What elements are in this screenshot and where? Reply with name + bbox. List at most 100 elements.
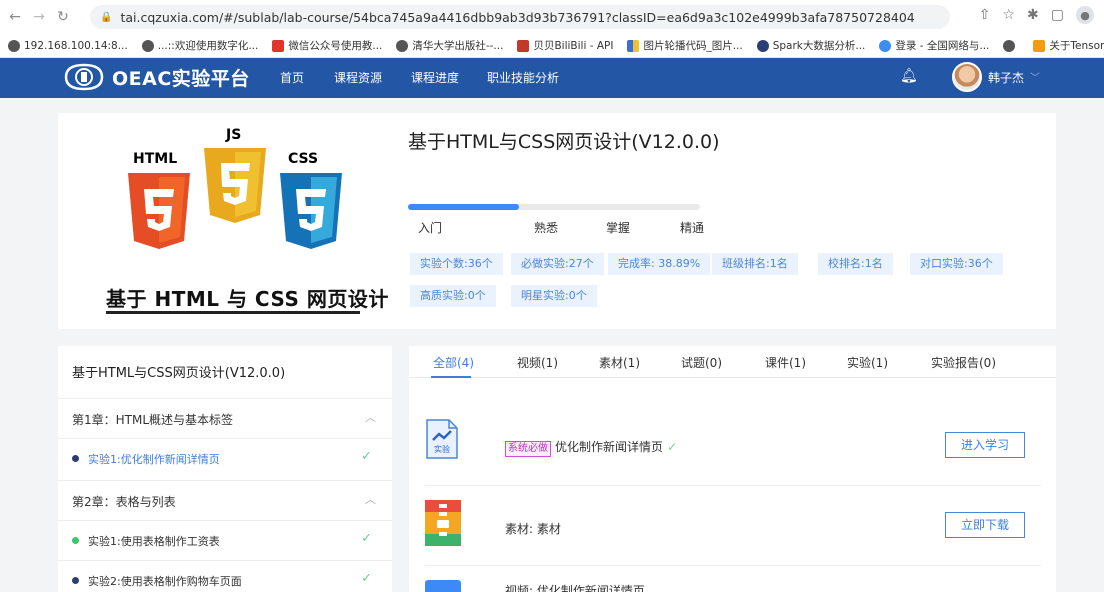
- nav-home[interactable]: 首页: [280, 69, 304, 86]
- chevron-up-icon[interactable]: ︿: [365, 409, 376, 425]
- nav-course-progress[interactable]: 课程进度: [411, 69, 459, 86]
- resource-tabs: 全部(4) 视频(1) 素材(1) 试题(0) 课件(1) 实验(1) 实验报告…: [409, 346, 1056, 378]
- lab-label: 实验2:使用表格制作购物车页面: [88, 575, 242, 588]
- chevron-up-icon[interactable]: ︿: [365, 491, 376, 507]
- bookmark-star-icon[interactable]: ☆: [1002, 7, 1015, 23]
- course-progress-fill: [408, 204, 519, 210]
- chapter-1[interactable]: 第1章：HTML概述与基本标签 ︿: [58, 398, 392, 438]
- nav-course-resources[interactable]: 课程资源: [334, 69, 382, 86]
- url-text: tai.cqzuxia.com/#/sublab/lab-course/54bc…: [120, 9, 915, 25]
- check-icon: ✓: [667, 440, 678, 454]
- address-bar[interactable]: 🔒 tai.cqzuxia.com/#/sublab/lab-course/54…: [90, 5, 950, 29]
- bookmark-favicon-icon: [756, 39, 769, 52]
- resource-item: 素材: 素材 立即下载: [425, 486, 1041, 566]
- bookmark-item[interactable]: 微信公众号使用教...: [272, 38, 382, 53]
- stat-tag-star: 明星实验:0个: [511, 285, 597, 307]
- bookmark-item[interactable]: 192.168.100.14:8...: [8, 39, 128, 52]
- stat-tag-matched: 对口实验:36个: [910, 253, 1003, 275]
- resource-title: 视频: 优化制作新闻详情页: [505, 584, 645, 592]
- js-label: JS: [225, 127, 241, 143]
- globe-icon: [8, 39, 20, 52]
- chevron-down-icon[interactable]: ﹀: [1030, 69, 1040, 84]
- resource-label: 系统必做 优化制作新闻详情页 ✓: [505, 438, 677, 457]
- bookmark-favicon-icon: [517, 39, 530, 52]
- bookmark-item[interactable]: [1003, 39, 1019, 52]
- back-arrow-icon[interactable]: ←: [6, 8, 24, 26]
- stat-tag-quality: 高质实验:0个: [410, 285, 496, 307]
- course-cover: HTML JS CSS 基于 HTML 与 CSS 网页设计: [58, 113, 394, 329]
- lab-document-icon: 实验: [426, 419, 458, 459]
- lab-item[interactable]: 实验1:优化制作新闻详情页 ✓: [58, 438, 392, 480]
- check-icon: ✓: [361, 531, 372, 546]
- required-badge: 系统必做: [505, 441, 551, 457]
- video-icon: [425, 580, 461, 592]
- oeac-logo-icon: [64, 63, 104, 91]
- bookmark-item[interactable]: 清华大学出版社--...: [396, 38, 503, 53]
- resource-item: 实验 系统必做 优化制作新闻详情页 ✓ 进入学习: [425, 400, 1041, 486]
- resource-title: 优化制作新闻详情页: [555, 440, 664, 454]
- lab-icon-text: 实验: [434, 444, 450, 454]
- tab-courseware[interactable]: 课件(1): [765, 354, 806, 371]
- course-header-card: HTML JS CSS 基于 HTML 与 CSS 网页设计 基于HTML与CS…: [58, 113, 1056, 329]
- tab-all[interactable]: 全部(4): [433, 354, 474, 371]
- bookmark-item[interactable]: 贝贝BiliBili - API: [517, 38, 613, 53]
- avatar[interactable]: [952, 62, 982, 92]
- level-master: 掌握: [606, 221, 631, 235]
- enter-study-button[interactable]: 进入学习: [945, 432, 1025, 458]
- nav-skill-analysis[interactable]: 职业技能分析: [487, 69, 559, 86]
- lab-item[interactable]: 实验1:使用表格制作工资表 ✓: [58, 520, 392, 560]
- bookmark-item[interactable]: 登录 - 全国网络与...: [879, 38, 989, 53]
- bookmark-item[interactable]: 图片轮播代码_图片...: [627, 38, 743, 53]
- extensions-icon[interactable]: ✱: [1027, 7, 1039, 23]
- bell-icon[interactable]: 🔔︎: [900, 68, 918, 84]
- bookmark-item[interactable]: ...::欢迎使用数字化...: [141, 38, 258, 53]
- cover-underline: [106, 311, 360, 314]
- chapter-2[interactable]: 第2章：表格与列表 ︿: [58, 480, 392, 520]
- profile-icon[interactable]: ●: [1076, 6, 1094, 24]
- stat-tag-class-rank: 班级排名:1名: [712, 253, 798, 275]
- tensorflow-icon: [1033, 39, 1046, 52]
- share-icon[interactable]: ⇧: [979, 7, 991, 23]
- forward-arrow-icon[interactable]: →: [30, 8, 48, 26]
- tab-video[interactable]: 视频(1): [517, 354, 558, 371]
- bookmark-item[interactable]: 关于TensorFlow |...: [1033, 38, 1104, 53]
- tab-lab[interactable]: 实验(1): [847, 354, 888, 371]
- status-dot-icon: [72, 455, 79, 462]
- stat-tag-lab-count: 实验个数:36个: [410, 253, 503, 275]
- css-label: CSS: [288, 151, 318, 167]
- bookmark-item[interactable]: Spark大数据分析...: [756, 38, 865, 53]
- lab-item[interactable]: 实验2:使用表格制作购物车页面 ✓: [58, 560, 392, 592]
- globe-icon: [396, 39, 409, 52]
- level-beginner: 入门: [418, 221, 443, 235]
- status-dot-icon: [72, 537, 79, 544]
- bookmark-favicon-icon: [879, 39, 892, 52]
- check-icon: ✓: [361, 571, 372, 586]
- globe-icon: [1003, 39, 1016, 52]
- check-icon: ✓: [361, 449, 372, 464]
- reload-icon[interactable]: ↻: [54, 8, 72, 26]
- tab-material[interactable]: 素材(1): [599, 354, 640, 371]
- stat-tag-completion: 完成率: 38.89%: [608, 253, 711, 275]
- chapter-label: 第1章：HTML概述与基本标签: [72, 413, 234, 427]
- tab-lab-report[interactable]: 实验报告(0): [931, 354, 996, 371]
- brand-title: OEAC实验平台: [112, 67, 250, 90]
- browser-toolbar: ← → ↻ 🔒 tai.cqzuxia.com/#/sublab/lab-cou…: [0, 0, 1104, 34]
- tab-quiz[interactable]: 试题(0): [681, 354, 722, 371]
- download-button[interactable]: 立即下载: [945, 512, 1025, 538]
- archive-icon: [425, 500, 461, 546]
- resource-title: 素材: 素材: [505, 522, 561, 536]
- bookmark-favicon-icon: [272, 39, 285, 52]
- user-name[interactable]: 韩子杰: [988, 69, 1024, 86]
- html-js-css-logos: HTML JS CSS: [128, 127, 342, 249]
- brand-logo[interactable]: OEAC实验平台: [62, 62, 250, 92]
- status-dot-icon: [72, 577, 79, 584]
- level-expert: 精通: [680, 221, 705, 235]
- lab-label: 实验1:优化制作新闻详情页: [88, 453, 220, 466]
- cover-caption: 基于 HTML 与 CSS 网页设计: [106, 287, 389, 311]
- sidepanel-icon[interactable]: ▢: [1051, 7, 1064, 23]
- bookmarks-bar: 192.168.100.14:8... ...::欢迎使用数字化... 微信公众…: [0, 34, 1104, 58]
- globe-icon: [141, 39, 154, 52]
- sidebar-title: 基于HTML与CSS网页设计(V12.0.0): [72, 366, 286, 381]
- app-navbar: OEAC实验平台 首页 课程资源 课程进度 职业技能分析 🔔︎ 韩子杰 ﹀: [0, 58, 1104, 98]
- active-tab-indicator: [431, 376, 471, 378]
